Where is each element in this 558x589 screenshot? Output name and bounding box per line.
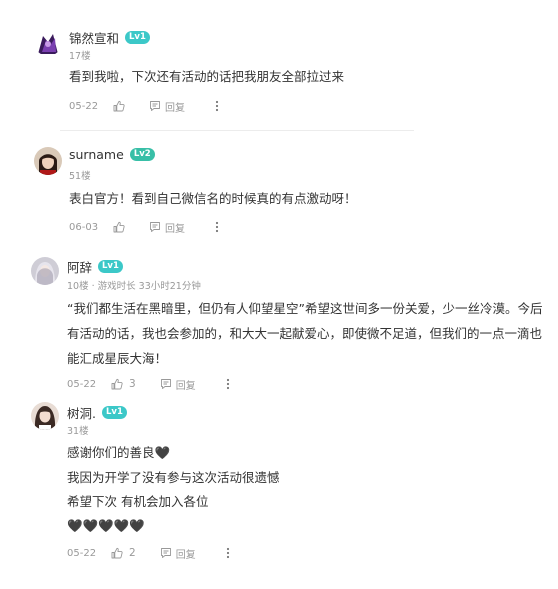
avatar[interactable] [31, 402, 59, 430]
comment-line: 感谢你们的善良🖤 [67, 445, 171, 460]
comment-reply-icon [149, 100, 161, 112]
comment-reply-icon [149, 221, 161, 233]
comment-line: 🖤🖤🖤🖤🖤 [67, 518, 145, 533]
more-button[interactable] [215, 221, 219, 233]
more-vertical-icon [226, 547, 230, 559]
level-badge: Lv2 [129, 148, 155, 161]
reply-button[interactable]: 回复 [149, 220, 185, 235]
level-badge: Lv1 [98, 260, 123, 273]
comment-reply-icon [160, 378, 172, 390]
comment-actions: 05-22 3 回复 [67, 377, 230, 392]
reply-label: 回复 [165, 223, 185, 235]
reply-button[interactable]: 回复 [160, 546, 196, 561]
thumbs-up-icon [113, 221, 125, 233]
more-vertical-icon [215, 100, 219, 112]
comment-text: “我们都生活在黑暗里，但仍有人仰望星空”希望这世间多一份关爱，少一丝冷漠。今后有… [67, 301, 543, 366]
avatar[interactable] [34, 28, 62, 56]
more-button[interactable] [226, 547, 230, 559]
like-button[interactable] [113, 221, 125, 233]
username[interactable]: 锦然宣和 [69, 28, 119, 47]
like-button[interactable] [113, 100, 125, 112]
username[interactable]: 阿辞 [67, 257, 92, 276]
reply-button[interactable]: 回复 [160, 377, 196, 392]
comment-date: 06-03 [69, 221, 99, 233]
comment-reply-icon [160, 547, 172, 559]
thumbs-up-icon [111, 378, 123, 390]
comment-actions: 06-03 回复 [69, 220, 219, 235]
thumbs-up-icon [111, 547, 123, 559]
level-badge: Lv1 [101, 406, 127, 419]
comment-actions: 05-22 2 回复 [67, 546, 230, 561]
more-vertical-icon [215, 221, 219, 233]
like-count: 2 [129, 547, 136, 559]
divider [60, 130, 414, 131]
comment-text: 看到我啦，下次还有活动的话把我朋友全部拉过来 [69, 69, 345, 84]
level-badge: Lv1 [125, 31, 150, 44]
reply-label: 回复 [175, 380, 196, 392]
comment-date: 05-22 [67, 378, 97, 390]
like-button[interactable]: 3 [111, 378, 136, 390]
more-button[interactable] [215, 100, 219, 112]
comment-line: 我因为开学了没有参与这次活动很遗憾 [67, 470, 280, 485]
reply-label: 回复 [165, 102, 185, 114]
more-vertical-icon [226, 378, 230, 390]
floor-number: 51楼 [69, 171, 91, 182]
floor-number: 31楼 [67, 426, 89, 437]
more-button[interactable] [226, 378, 230, 390]
comment-actions: 05-22 回复 [69, 99, 219, 114]
comment-text: 表白官方！看到自己微信名的时候真的有点激动呀！ [69, 191, 357, 206]
avatar[interactable] [34, 147, 62, 175]
avatar[interactable] [31, 257, 59, 285]
username[interactable]: surname [69, 147, 124, 162]
floor-meta: 10楼 · 游戏时长 33小时21分钟 [67, 281, 201, 292]
reply-button[interactable]: 回复 [149, 99, 185, 114]
reply-label: 回复 [175, 549, 196, 561]
comment-date: 05-22 [67, 547, 97, 559]
like-button[interactable]: 2 [111, 547, 136, 559]
like-count: 3 [129, 378, 136, 390]
thumbs-up-icon [113, 100, 125, 112]
comment-date: 05-22 [69, 100, 99, 112]
floor-number: 17楼 [69, 51, 91, 62]
comment-line: 希望下次 有机会加入各位 [67, 494, 209, 509]
username[interactable]: 树洞. [67, 403, 96, 422]
